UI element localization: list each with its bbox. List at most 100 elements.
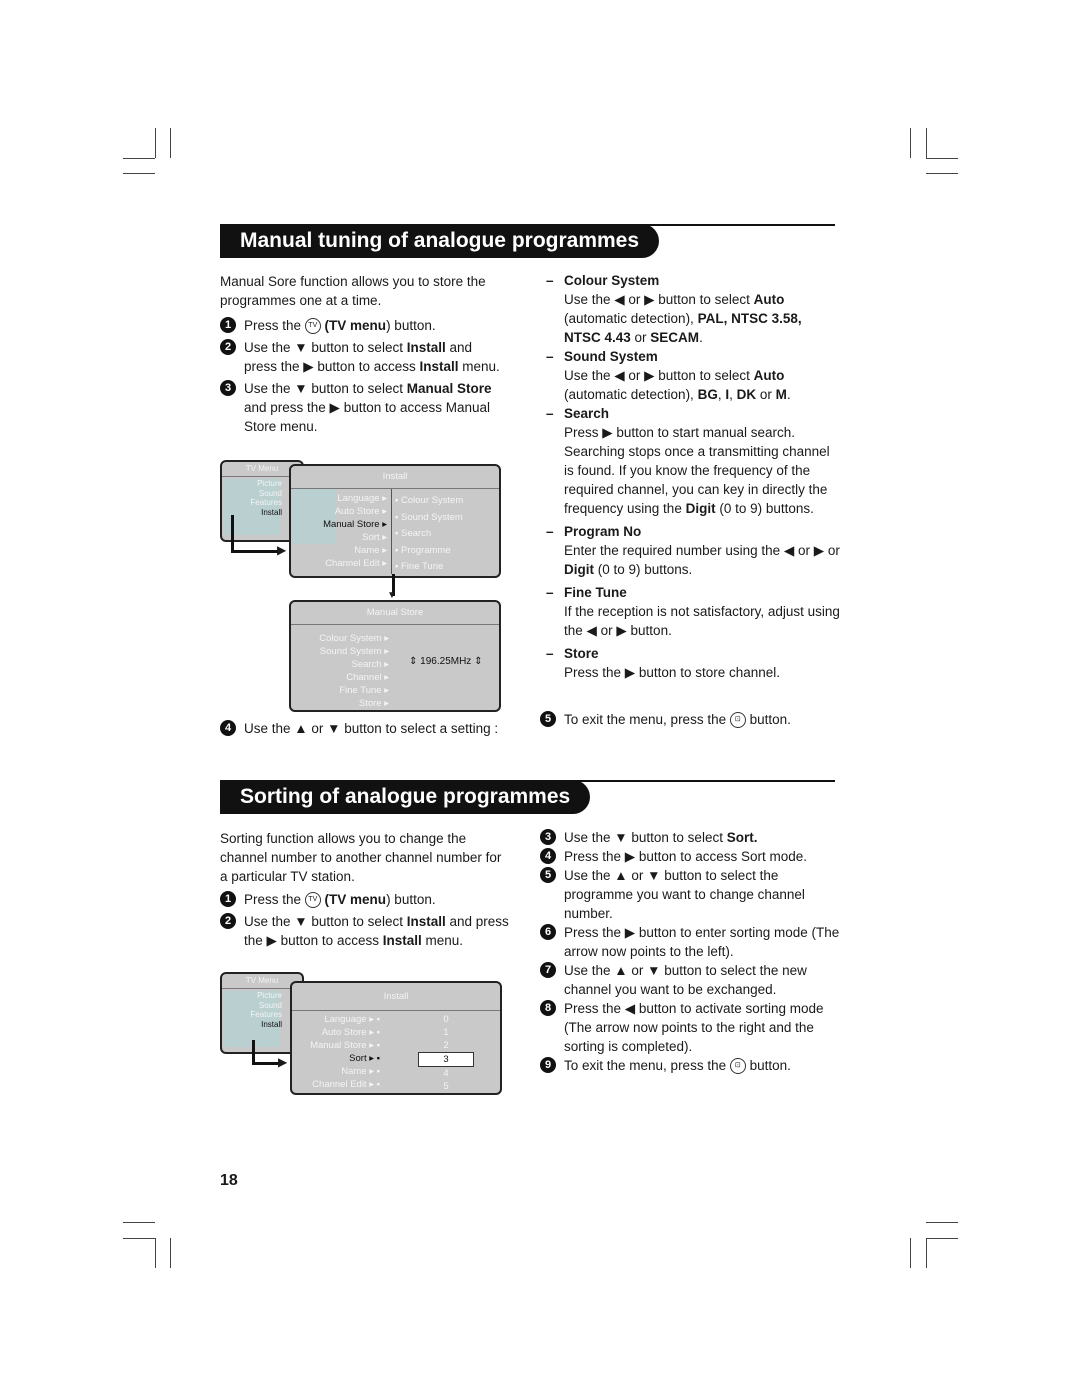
arrow-right-icon: ▶	[278, 1055, 288, 1069]
menu-item[interactable]: ▪ Programme	[395, 543, 463, 560]
text-segment: Install	[419, 359, 459, 374]
text-segment: To exit the menu, press the	[564, 712, 730, 727]
arrow-right-icon: ▶	[277, 543, 287, 557]
text-segment: Auto	[753, 368, 785, 383]
text-segment: (0 to 9) buttons.	[594, 562, 693, 577]
setting-description: Use the ◀ or ▶ button to select Auto (au…	[540, 290, 840, 347]
menu-item[interactable]: Picture	[222, 479, 282, 489]
menu-item[interactable]: ▪ Fine Tune	[395, 559, 463, 576]
menu-item[interactable]: ▪ Sound System	[395, 510, 463, 527]
step-1: 1 Press the TV (TV menu) button.	[220, 890, 520, 909]
text-segment: Press the	[244, 892, 305, 907]
text-segment: (TV menu	[324, 892, 387, 907]
text-segment: (TV menu	[324, 318, 387, 333]
frequency-value: 196.25MHz	[420, 656, 472, 667]
text-segment: Digit	[685, 501, 716, 516]
text-segment: Press the ▶ button to access Sort mode.	[564, 849, 807, 864]
menu-item[interactable]: 2	[418, 1039, 474, 1052]
arrow-line	[231, 550, 281, 553]
text-segment: or	[630, 330, 651, 345]
menu-item[interactable]: Sound	[222, 1001, 282, 1011]
text-segment: Press the ◀ button to activate sorting m…	[564, 1001, 824, 1054]
crop-mark	[910, 128, 911, 158]
text-segment: (automatic detection),	[564, 387, 698, 402]
sort-values: 012345	[418, 1013, 474, 1093]
step-3: 3 Use the ▼ button to select Sort.	[540, 828, 840, 847]
menu-item[interactable]: Picture	[222, 991, 282, 1001]
step-number-icon: 1	[220, 317, 236, 333]
step-number-icon: 6	[540, 924, 556, 940]
text-segment: ,	[729, 387, 737, 402]
menu-item[interactable]: Install	[222, 1020, 282, 1030]
text-segment: Sort.	[726, 830, 758, 845]
menu-item[interactable]: Channel Edit ▸	[291, 557, 387, 570]
setting-heading: – Program No	[546, 524, 642, 539]
menu-item[interactable]: Store ▸	[291, 697, 389, 710]
text-segment: Use the ▼ button to select	[564, 830, 727, 845]
step-6: 6 Press the ▶ button to enter sorting mod…	[540, 923, 840, 961]
install-menu-panel: Install Language ▸ Auto Store ▸ Manual Sto…	[289, 464, 501, 578]
menu-item[interactable]: ▪ Search	[395, 526, 463, 543]
text-segment: Manual Store	[406, 381, 492, 396]
crop-mark	[170, 128, 171, 158]
menu-tv-button-icon: TV	[304, 318, 321, 335]
menu-item[interactable]: Features	[222, 498, 282, 508]
text-segment: Install	[406, 914, 446, 929]
text-segment: button.	[745, 712, 791, 727]
menu-item[interactable]: Channel Edit ▸ ▪	[292, 1078, 380, 1091]
menu-item[interactable]: Name ▸	[291, 544, 387, 557]
setting-heading: – Colour System	[546, 273, 660, 288]
manual-store-menu-panel: Manual Store Colour System ▸ Sound System…	[289, 600, 501, 712]
menu-item[interactable]: Search ▸	[291, 658, 389, 671]
step-4: 4 Press the ▶ button to access Sort mode.	[540, 847, 840, 866]
menu-item[interactable]: Auto Store ▸ ▪	[292, 1026, 380, 1039]
step-number-icon: 3	[540, 829, 556, 845]
text-segment: M	[775, 387, 787, 402]
menu-item[interactable]: Features	[222, 1010, 282, 1020]
menu-item[interactable]: Language ▸ ▪	[292, 1013, 380, 1026]
menu-item[interactable]: 1	[418, 1026, 474, 1039]
menu-item[interactable]: Sort ▸	[291, 531, 387, 544]
crop-mark	[926, 128, 927, 158]
step-number-icon: 9	[540, 1057, 556, 1073]
setting-heading: – Sound System	[546, 349, 658, 364]
manual-store-items: Colour System ▸ Sound System ▸ Search ▸ Cha…	[291, 632, 389, 710]
menu-item[interactable]: Sound System ▸	[291, 645, 389, 658]
step-1: 1 Press the TV (TV menu) button.	[220, 316, 505, 335]
install-menu-title: Install	[292, 983, 500, 1011]
text-segment: Install	[406, 340, 446, 355]
menu-item[interactable]: Name ▸ ▪	[292, 1065, 380, 1078]
setting-description: If the reception is not satisfactory, ad…	[540, 602, 840, 640]
menu-item[interactable]: Language ▸	[291, 492, 387, 505]
settings-list: – Colour System Use the ◀ or ▶ button to s…	[540, 271, 840, 682]
text-segment: Use the ◀ or ▶ button to select	[564, 292, 754, 307]
text-segment: DK	[736, 387, 757, 402]
menu-item[interactable]: 3	[418, 1052, 474, 1067]
page-number: 18	[220, 1172, 238, 1189]
text-segment: Use the ▲ or ▼ button to select the prog…	[564, 868, 805, 921]
menu-item[interactable]: 4	[418, 1067, 474, 1080]
text-segment: Use the ▼ button to select	[244, 340, 407, 355]
setting-description: Press the ▶ button to store channel.	[540, 663, 840, 682]
menu-item[interactable]: Fine Tune ▸	[291, 684, 389, 697]
menu-item[interactable]: Sound	[222, 489, 282, 499]
exit-button-icon: ⊡	[729, 712, 746, 729]
menu-item[interactable]: ▪ Colour System	[395, 493, 463, 510]
text-segment: To exit the menu, press the	[564, 1058, 730, 1073]
menu-item[interactable]: Channel ▸	[291, 671, 389, 684]
menu-item[interactable]: Colour System ▸	[291, 632, 389, 645]
setting-name: Fine Tune	[564, 585, 627, 600]
step-number-icon: 1	[220, 891, 236, 907]
menu-item[interactable]: 5	[418, 1080, 474, 1093]
menu-item[interactable]: Sort ▸ ▪	[292, 1052, 380, 1065]
intro-text: Sorting function allows you to change th…	[220, 831, 502, 884]
text-segment: (automatic detection),	[564, 311, 698, 326]
text-segment: .	[786, 387, 791, 402]
menu-item[interactable]: Auto Store ▸	[291, 505, 387, 518]
menu-item[interactable]: 0	[418, 1013, 474, 1026]
text-segment: button.	[745, 1058, 791, 1073]
text-segment: Digit	[564, 562, 594, 577]
menu-item[interactable]: Manual Store ▸ ▪	[292, 1039, 380, 1052]
menu-item[interactable]: Manual Store ▸	[291, 518, 387, 531]
crop-mark	[910, 1238, 911, 1268]
